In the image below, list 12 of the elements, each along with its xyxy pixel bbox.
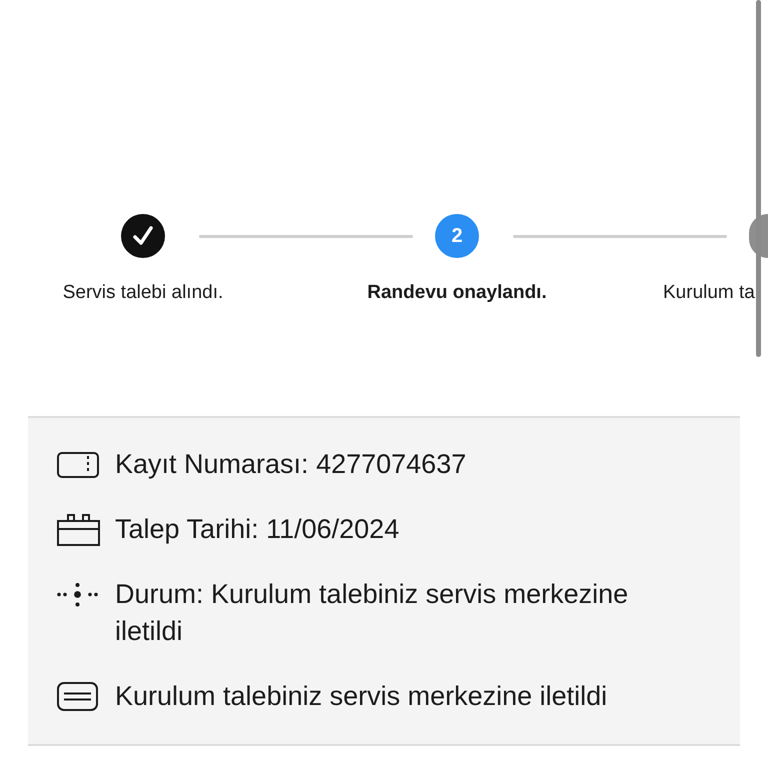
- step-label: Servis talebi alındı.: [62, 282, 224, 304]
- calendar-icon: [57, 513, 100, 546]
- note-icon: [57, 682, 98, 711]
- step-number: 2: [435, 214, 479, 258]
- ticket-icon: [57, 452, 99, 478]
- detail-text: Durum: Kurulum talebiniz servis merkezine iletildi: [115, 578, 630, 648]
- detail-text: Kayıt Numarası: 4277074637: [115, 448, 466, 481]
- dots-icon: [57, 582, 98, 607]
- step-label: Kurulum ta: [663, 282, 755, 304]
- detail-text: Kurulum talebiniz servis merkezine iletildi: [115, 680, 608, 713]
- detail-text: Talep Tarihi: 11/06/2024: [115, 513, 400, 546]
- step-label: Randevu onaylandı.: [367, 282, 547, 304]
